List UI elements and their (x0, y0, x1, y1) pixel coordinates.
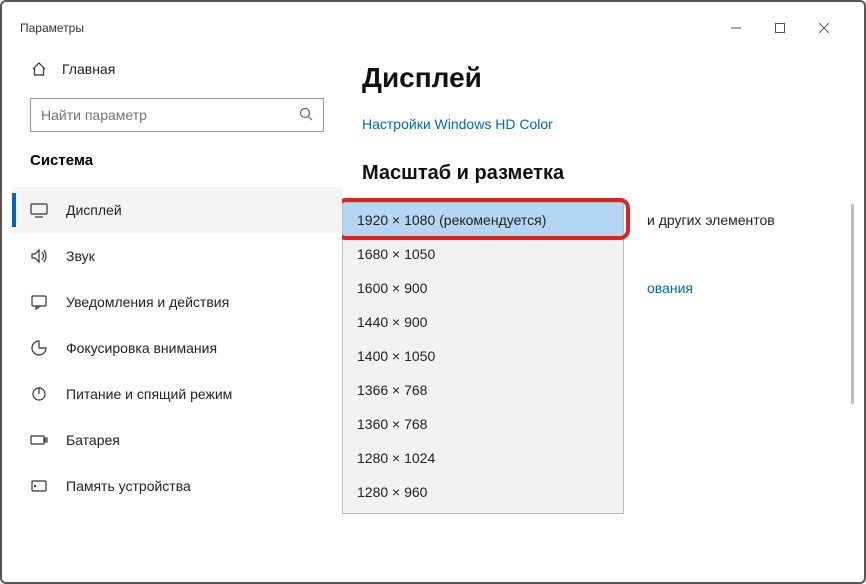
resolution-option[interactable]: 1440 × 900 (343, 305, 623, 339)
resolution-option[interactable]: 1400 × 1050 (343, 339, 623, 373)
partial-link[interactable]: ования (647, 280, 693, 296)
section-label: Система (12, 148, 342, 187)
battery-icon (30, 431, 48, 449)
home-icon (30, 60, 48, 78)
search-input[interactable] (30, 98, 324, 132)
window-frame: Параметры Главная Система Дисплей (0, 0, 866, 584)
focus-icon (30, 339, 48, 357)
sidebar-item-power[interactable]: Питание и спящий режим (12, 371, 342, 417)
sidebar-item-focus[interactable]: Фокусировка внимания (12, 325, 342, 371)
sidebar-item-label: Фокусировка внимания (66, 340, 217, 356)
scrollbar-thumb[interactable] (851, 204, 854, 404)
display-icon (30, 201, 48, 219)
close-button[interactable] (802, 12, 846, 44)
hd-color-link[interactable]: Настройки Windows HD Color (362, 116, 814, 132)
sidebar-item-label: Дисплей (66, 202, 122, 218)
sidebar: Главная Система Дисплей Звук Уведо (12, 44, 342, 572)
main-content: Дисплей Настройки Windows HD Color Масшт… (342, 44, 854, 572)
minimize-button[interactable] (714, 12, 758, 44)
storage-icon (30, 477, 48, 495)
sidebar-item-label: Уведомления и действия (66, 294, 229, 310)
home-link[interactable]: Главная (12, 54, 342, 90)
resolution-option[interactable]: 1280 × 1024 (343, 441, 623, 475)
sidebar-item-notifications[interactable]: Уведомления и действия (12, 279, 342, 325)
maximize-button[interactable] (758, 12, 802, 44)
resolution-dropdown[interactable]: 1920 × 1080 (рекомендуется) 1680 × 1050 … (342, 202, 624, 514)
resolution-option[interactable]: 1360 × 768 (343, 407, 623, 441)
home-label: Главная (62, 61, 115, 77)
sidebar-item-sound[interactable]: Звук (12, 233, 342, 279)
power-icon (30, 385, 48, 403)
sidebar-item-display[interactable]: Дисплей (12, 187, 342, 233)
sidebar-item-storage[interactable]: Память устройства (12, 463, 342, 509)
sound-icon (30, 247, 48, 265)
search-icon (299, 107, 313, 124)
search-field[interactable] (41, 107, 299, 123)
sidebar-item-label: Питание и спящий режим (66, 386, 232, 402)
sidebar-item-label: Звук (66, 248, 95, 264)
notifications-icon (30, 293, 48, 311)
sidebar-item-label: Память устройства (66, 478, 191, 494)
scale-section-title: Масштаб и разметка (362, 162, 814, 185)
sidebar-item-battery[interactable]: Батарея (12, 417, 342, 463)
resolution-option[interactable]: 1366 × 768 (343, 373, 623, 407)
sidebar-item-label: Батарея (66, 432, 120, 448)
resolution-option[interactable]: 1280 × 960 (343, 475, 623, 509)
resolution-option[interactable]: 1920 × 1080 (рекомендуется) (343, 203, 623, 237)
window-title: Параметры (20, 21, 84, 35)
page-title: Дисплей (362, 62, 814, 94)
titlebar: Параметры (12, 12, 854, 44)
partial-text: и других элементов (647, 212, 775, 228)
resolution-option[interactable]: 1600 × 900 (343, 271, 623, 305)
resolution-option[interactable]: 1680 × 1050 (343, 237, 623, 271)
